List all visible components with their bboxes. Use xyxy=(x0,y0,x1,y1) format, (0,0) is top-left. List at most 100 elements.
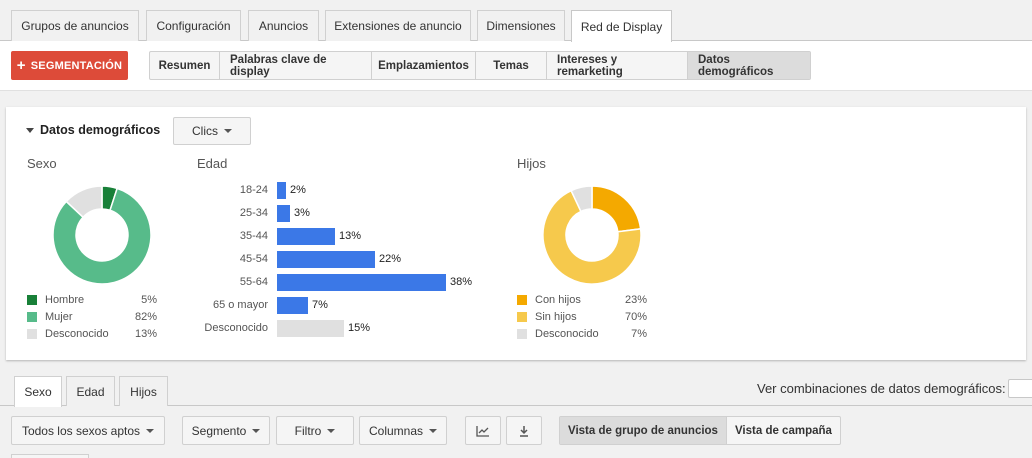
age-bar xyxy=(277,274,446,291)
view-toggle-group: Vista de grupo de anuncios Vista de camp… xyxy=(559,416,841,445)
subtab-resumen[interactable]: Resumen xyxy=(150,52,220,79)
sub-toolbar: + SEGMENTACIÓN Resumen Palabras clave de… xyxy=(0,41,1032,91)
legend-pct: 70% xyxy=(624,311,647,323)
subtab-label: Datos demográficos xyxy=(698,53,774,78)
hijos-slice-con-hijos xyxy=(591,185,642,233)
legend-name: Con hijos xyxy=(535,294,581,306)
age-pct-label: 15% xyxy=(348,322,371,334)
caret-down-icon xyxy=(252,428,261,433)
edad-label: Edad xyxy=(197,156,228,171)
columns-dropdown[interactable]: Columnas xyxy=(359,416,447,445)
age-pct-label: 3% xyxy=(294,207,310,219)
tab-configuracion[interactable]: Configuración xyxy=(146,10,241,41)
subtab-temas[interactable]: Temas xyxy=(476,52,547,79)
legend-swatch xyxy=(517,329,527,339)
legend-name: Hombre xyxy=(45,294,85,306)
segmentation-label: SEGMENTACIÓN xyxy=(30,59,123,72)
subtab-label: Palabras clave de display xyxy=(230,53,327,78)
age-category-label: 55-64 xyxy=(239,276,268,288)
tab-grupos-de-anuncios[interactable]: Grupos de anuncios xyxy=(11,10,139,41)
legend-hombre: Hombre 5% xyxy=(27,294,157,308)
legend-pct: 5% xyxy=(141,294,157,306)
age-category-label: 25-34 xyxy=(239,207,268,219)
sexo-label: Sexo xyxy=(27,156,57,171)
age-bar xyxy=(277,251,375,268)
combinations-toggle[interactable] xyxy=(1008,379,1032,398)
legend-pct: 23% xyxy=(624,294,647,306)
tab-label: Sexo xyxy=(24,385,52,399)
tab-extensiones-de-anuncio[interactable]: Extensiones de anuncio xyxy=(325,10,471,41)
age-bar xyxy=(277,205,290,222)
tab-anuncios[interactable]: Anuncios xyxy=(248,10,319,41)
legend-desconocido-hijos: Desconocido 7% xyxy=(517,328,647,342)
subtab-emplazamientos[interactable]: Emplazamientos xyxy=(372,52,476,79)
age-bar xyxy=(277,320,344,337)
legend-pct: 13% xyxy=(134,328,157,340)
caret-down-icon xyxy=(224,129,232,133)
partial-control xyxy=(11,454,89,458)
subtab-palabras-clave[interactable]: Palabras clave de display xyxy=(220,52,372,79)
caret-down-icon xyxy=(429,428,438,433)
age-bar xyxy=(277,228,335,245)
metric-dropdown[interactable]: Clics xyxy=(173,117,251,145)
view-adgroup-button[interactable]: Vista de grupo de anuncios xyxy=(560,417,727,444)
tab-sexo[interactable]: Sexo xyxy=(14,376,62,407)
tab-red-de-display[interactable]: Red de Display xyxy=(571,10,672,42)
legend-name: Mujer xyxy=(45,311,73,323)
sexo-donut-chart xyxy=(52,185,152,285)
demographics-card: Datos demográficos Clics Sexo Hombre 5% … xyxy=(6,107,1026,360)
display-sub-tabs: Resumen Palabras clave de display Emplaz… xyxy=(149,51,811,80)
download-icon xyxy=(520,425,528,437)
sex-filter-dropdown[interactable]: Todos los sexos aptos xyxy=(11,416,165,445)
top-tab-bar: Grupos de anuncios Configuración Anuncio… xyxy=(0,0,1032,42)
tab-label: Dimensiones xyxy=(486,19,556,33)
legend-swatch xyxy=(517,312,527,322)
legend-swatch xyxy=(27,329,37,339)
legend-swatch xyxy=(27,295,37,305)
collapse-triangle-icon xyxy=(26,127,34,133)
filter-dropdown[interactable]: Filtro xyxy=(276,416,354,445)
hijos-donut-chart xyxy=(542,185,642,285)
chart-toggle-button[interactable] xyxy=(465,416,501,445)
tab-label: Hijos xyxy=(130,384,157,399)
card-title-toggle[interactable]: Datos demográficos xyxy=(26,123,160,137)
legend-name: Desconocido xyxy=(45,328,109,340)
subtab-label: Emplazamientos xyxy=(378,59,469,72)
tab-label: Extensiones de anuncio xyxy=(334,19,462,33)
tab-label: Configuración xyxy=(156,19,231,33)
filter-label: Filtro xyxy=(294,423,322,438)
subtab-intereses[interactable]: Intereses y remarketing xyxy=(547,52,688,79)
sex-filter-label: Todos los sexos aptos xyxy=(21,423,141,438)
subtab-datos-demograficos[interactable]: Datos demográficos xyxy=(688,52,810,79)
age-pct-label: 13% xyxy=(339,230,362,242)
legend-pct: 82% xyxy=(134,311,157,323)
tab-edad[interactable]: Edad xyxy=(66,376,115,406)
legend-swatch xyxy=(517,295,527,305)
age-pct-label: 2% xyxy=(290,184,306,196)
tab-label: Grupos de anuncios xyxy=(21,19,129,33)
legend-desconocido-sexo: Desconocido 13% xyxy=(27,328,157,342)
view-campaign-button[interactable]: Vista de campaña xyxy=(727,417,840,444)
combinations-label: Ver combinaciones de datos demográficos: xyxy=(757,381,1006,396)
age-pct-label: 7% xyxy=(312,299,328,311)
download-button[interactable] xyxy=(506,416,542,445)
age-category-label: 65 o mayor xyxy=(212,299,268,311)
tab-label: Red de Display xyxy=(580,19,663,34)
legend-swatch xyxy=(27,312,37,322)
legend-con-hijos: Con hijos 23% xyxy=(517,294,647,308)
tab-label: Anuncios xyxy=(258,19,309,33)
subtab-label: Intereses y remarketing xyxy=(557,53,623,78)
segment-label: Segmento xyxy=(191,423,247,438)
hijos-label: Hijos xyxy=(517,156,546,171)
legend-name: Desconocido xyxy=(535,328,599,340)
subtab-label: Resumen xyxy=(158,59,211,72)
segmentation-button[interactable]: + SEGMENTACIÓN xyxy=(11,51,128,80)
line-chart-icon xyxy=(476,425,489,437)
tab-dimensiones[interactable]: Dimensiones xyxy=(477,10,565,41)
metric-dropdown-label: Clics xyxy=(192,124,218,138)
subtab-label: Temas xyxy=(493,59,529,72)
age-category-label: 18-24 xyxy=(239,184,268,196)
age-pct-label: 38% xyxy=(450,276,473,288)
segment-dropdown[interactable]: Segmento xyxy=(182,416,270,445)
tab-hijos[interactable]: Hijos xyxy=(119,376,168,406)
